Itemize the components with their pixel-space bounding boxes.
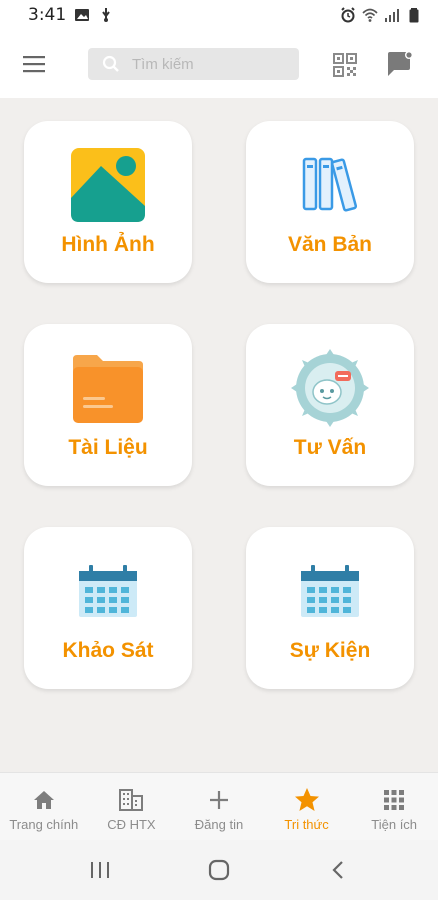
nav-label: CĐ HTX — [107, 817, 156, 832]
nav-item-tri-thuc[interactable]: Tri thức — [263, 773, 351, 840]
status-right — [340, 7, 422, 23]
tile-su-kien[interactable]: Sự Kiện — [246, 527, 414, 689]
tile-icon-wrap — [290, 551, 370, 631]
knowledge-grid: Hình Ảnh Văn Bản Tài Liệu Tư Vấn Khảo Sá… — [0, 98, 438, 772]
tile-icon-wrap — [68, 551, 148, 631]
tile-label: Khảo Sát — [62, 639, 154, 662]
calendar-icon — [79, 565, 137, 617]
building-icon — [118, 787, 144, 813]
plus-icon — [206, 787, 232, 813]
back-chevron-icon — [332, 861, 344, 879]
recent-apps-button[interactable] — [80, 850, 120, 890]
nav-item-dang-tin[interactable]: Đăng tin — [175, 773, 263, 840]
status-time: 3:41 — [28, 5, 67, 25]
tile-label: Hình Ảnh — [61, 233, 155, 256]
alarm-icon — [341, 7, 355, 23]
image-icon — [75, 9, 90, 21]
image-icon — [71, 148, 145, 222]
back-button[interactable] — [318, 850, 358, 890]
nav-label: Tiện ích — [371, 817, 418, 832]
chat-bot-icon — [291, 349, 369, 427]
qr-code-icon — [333, 53, 357, 77]
menu-button[interactable] — [20, 52, 50, 76]
calendar-icon — [301, 565, 359, 617]
tile-label: Sự Kiện — [289, 639, 371, 662]
tile-label: Văn Bản — [287, 233, 373, 256]
tile-label: Tài Liệu — [68, 436, 148, 459]
bottom-navigation: Trang chính CĐ HTX Đăng tin Tri thức Tiệ… — [0, 772, 438, 840]
system-navigation-bar — [0, 840, 438, 900]
tile-label: Tư Vấn — [293, 436, 367, 459]
recent-apps-icon — [90, 862, 109, 878]
nav-label: Tri thức — [284, 817, 329, 832]
battery-icon — [409, 8, 419, 23]
app-toolbar — [0, 30, 438, 98]
home-button[interactable] — [199, 850, 239, 890]
tile-icon-wrap — [68, 348, 148, 428]
tile-khao-sat[interactable]: Khảo Sát — [24, 527, 192, 689]
tile-tai-lieu[interactable]: Tài Liệu — [24, 324, 192, 486]
tile-icon-wrap — [290, 145, 370, 225]
hamburger-menu-icon — [23, 56, 45, 73]
status-bar: 3:41 — [0, 0, 438, 30]
tile-hinh-anh[interactable]: Hình Ảnh — [24, 121, 192, 283]
search-input[interactable] — [132, 55, 292, 73]
tile-tu-van[interactable]: Tư Vấn — [246, 324, 414, 486]
tile-van-ban[interactable]: Văn Bản — [246, 121, 414, 283]
usb-icon — [102, 8, 110, 22]
messages-button[interactable] — [386, 50, 414, 78]
star-icon — [294, 787, 320, 813]
nav-item-cd-htx[interactable]: CĐ HTX — [88, 773, 176, 840]
nav-label: Đăng tin — [194, 817, 244, 832]
qr-scan-button[interactable] — [332, 52, 358, 78]
folder-icon — [73, 355, 143, 423]
books-icon — [302, 157, 358, 212]
home-icon — [31, 787, 57, 813]
message-icon — [388, 51, 413, 76]
tile-icon-wrap — [290, 348, 370, 428]
tile-icon-wrap — [68, 145, 148, 225]
search-bar[interactable] — [88, 48, 299, 80]
nav-item-trang-chinh[interactable]: Trang chính — [0, 773, 88, 840]
signal-icon — [385, 9, 399, 22]
grid-icon — [381, 787, 407, 813]
wifi-icon — [362, 8, 378, 22]
search-icon — [102, 55, 119, 72]
nav-item-tien-ich[interactable]: Tiện ích — [350, 773, 438, 840]
nav-label: Trang chính — [9, 817, 79, 832]
home-circle-icon — [208, 859, 230, 881]
status-left: 3:41 — [28, 5, 114, 25]
